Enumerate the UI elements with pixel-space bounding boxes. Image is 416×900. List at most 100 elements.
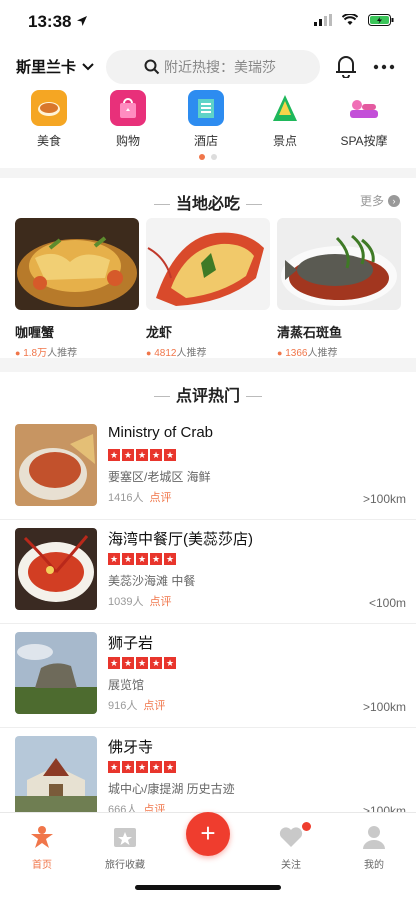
category-shopping[interactable]: 购物: [88, 90, 168, 149]
shop-tags: 城中心/康提湖 历史古迹: [108, 782, 235, 796]
more-link[interactable]: 更多 ›: [360, 192, 400, 209]
tab-home[interactable]: 首页: [7, 825, 77, 871]
favorites-box-icon: [114, 828, 136, 847]
rating-stars: ★ ★ ★ ★ ★: [108, 449, 176, 461]
dish-card[interactable]: 龙虾 ● 4812人推荐: [146, 218, 270, 359]
review-count-line: 666人 点评: [108, 801, 165, 812]
dish-recommend: ● 1366人推荐: [277, 344, 401, 359]
shop-tags: 展览馆: [108, 678, 145, 692]
category-hotel[interactable]: 酒店: [166, 90, 246, 149]
star-icon: ★: [122, 553, 134, 565]
star-icon: ★: [108, 657, 120, 669]
bay-restaurant-photo: [15, 528, 97, 610]
more-label: 更多: [359, 194, 384, 208]
lobster-photo: [146, 218, 270, 310]
home-figure-icon: [31, 826, 53, 848]
star-icon: ★: [122, 657, 134, 669]
heart-icon: [279, 827, 303, 847]
signal-icon: [314, 14, 332, 26]
review-count-line: 916人 点评: [108, 697, 165, 713]
must-eat-section: 当地必吃 更多 › 咖喱蟹 ● 1.8万人推荐 龙虾 ● 4812人推荐 清蒸石…: [0, 178, 416, 359]
search-icon: [144, 59, 160, 75]
star-icon: ★: [108, 449, 120, 461]
star-icon: ★: [108, 761, 120, 773]
steamed-fish-photo: [277, 218, 401, 310]
category-spa[interactable]: SPA按摩: [324, 90, 404, 149]
star-icon: ★: [164, 553, 176, 565]
review-label: 点评: [149, 596, 172, 608]
chevron-right-icon: ›: [388, 194, 400, 207]
review-count: 666人: [108, 804, 138, 812]
location-arrow-icon: [77, 16, 87, 26]
chicken-icon: [31, 90, 67, 126]
shop-name: 狮子岩: [108, 635, 154, 652]
star-icon: ★: [136, 761, 148, 773]
shopping-bag-icon: [110, 90, 146, 126]
shop-name: Ministry of Crab: [108, 424, 214, 441]
wifi-icon: [342, 14, 358, 25]
star-icon: ★: [136, 449, 148, 461]
city-selector[interactable]: 斯里兰卡: [16, 56, 94, 77]
recommend-count: 1366: [285, 348, 308, 359]
rating-stars: ★ ★ ★ ★ ★: [108, 761, 176, 773]
more-icon[interactable]: [373, 64, 395, 70]
category-food[interactable]: 美食: [9, 90, 89, 149]
temple-of-tooth-photo: [15, 736, 97, 812]
user-icon: [363, 826, 385, 849]
bell-icon[interactable]: [335, 54, 357, 78]
star-icon: ★: [150, 657, 162, 669]
list-item[interactable]: 海湾中餐厅(美蕊莎店) ★ ★ ★ ★ ★ 美蕊沙海滩 中餐 1039人 点评 <100m: [0, 520, 416, 624]
category-label: 购物: [115, 134, 140, 148]
list-item[interactable]: 佛牙寺 ★ ★ ★ ★ ★ 城中心/康提湖 历史古迹 666人 点评 >100km: [0, 728, 416, 812]
tab-label: 旅行收藏: [105, 860, 145, 871]
search-bar[interactable]: 附近热搜：美瑞莎: [106, 50, 320, 84]
search-placeholder: 附近热搜：美瑞莎: [164, 59, 276, 75]
lion-rock-photo: [15, 632, 97, 714]
city-name: 斯里兰卡: [16, 59, 77, 76]
recommend-count: 4812: [154, 348, 177, 359]
chevron-down-icon: [82, 62, 94, 70]
mountain-icon: [267, 90, 303, 126]
star-icon: ★: [122, 449, 134, 461]
category-grid: 美食 购物 酒店 景点 SPA按摩: [0, 90, 416, 168]
dish-card[interactable]: 清蒸石斑鱼 ● 1366人推荐: [277, 218, 401, 359]
tab-favorites[interactable]: 旅行收藏: [90, 825, 160, 871]
star-icon: ★: [164, 761, 176, 773]
tab-label: 关注: [281, 860, 301, 871]
category-label: 景点: [272, 134, 297, 148]
recommend-suffix: 人推荐: [47, 348, 78, 359]
shop-tags: 美蕊沙海滩 中餐: [108, 574, 196, 588]
distance: >100km: [362, 804, 406, 812]
recommend-count: 1.8万: [23, 348, 48, 359]
status-time: 13:38: [28, 12, 72, 31]
category-sights[interactable]: 景点: [245, 90, 325, 149]
dish-name: 龙虾: [146, 325, 173, 340]
star-icon: ★: [108, 553, 120, 565]
star-icon: ★: [150, 553, 162, 565]
dish-card[interactable]: 咖喱蟹 ● 1.8万人推荐: [15, 218, 139, 359]
review-count-line: 1416人 点评: [108, 489, 171, 505]
ministry-of-crab-photo: [15, 424, 97, 506]
tab-mine[interactable]: 我的: [339, 825, 409, 871]
add-button[interactable]: +: [186, 812, 230, 856]
review-label: 点评: [143, 804, 166, 812]
category-label: SPA按摩: [340, 134, 388, 148]
flame-icon: ●: [15, 348, 21, 358]
star-icon: ★: [136, 553, 148, 565]
category-label: 美食: [36, 134, 61, 148]
shop-name: 佛牙寺: [108, 739, 154, 756]
hotel-icon: [188, 90, 224, 126]
review-count: 916人: [108, 700, 138, 712]
dish-recommend: ● 1.8万人推荐: [15, 344, 139, 359]
category-label: 酒店: [193, 134, 218, 148]
list-item[interactable]: 狮子岩 ★ ★ ★ ★ ★ 展览馆 916人 点评 >100km: [0, 624, 416, 728]
list-item[interactable]: Ministry of Crab ★ ★ ★ ★ ★ 要塞区/老城区 海鲜 1416人点…: [0, 416, 416, 520]
distance: >100km: [362, 492, 406, 506]
flame-icon: ●: [277, 348, 283, 358]
recommend-suffix: 人推荐: [176, 348, 207, 359]
tab-label: 我的: [364, 860, 384, 871]
review-label: 点评: [149, 492, 172, 504]
status-bar: 13:38: [0, 0, 416, 44]
star-icon: ★: [164, 449, 176, 461]
tab-follow[interactable]: 关注: [256, 825, 326, 871]
